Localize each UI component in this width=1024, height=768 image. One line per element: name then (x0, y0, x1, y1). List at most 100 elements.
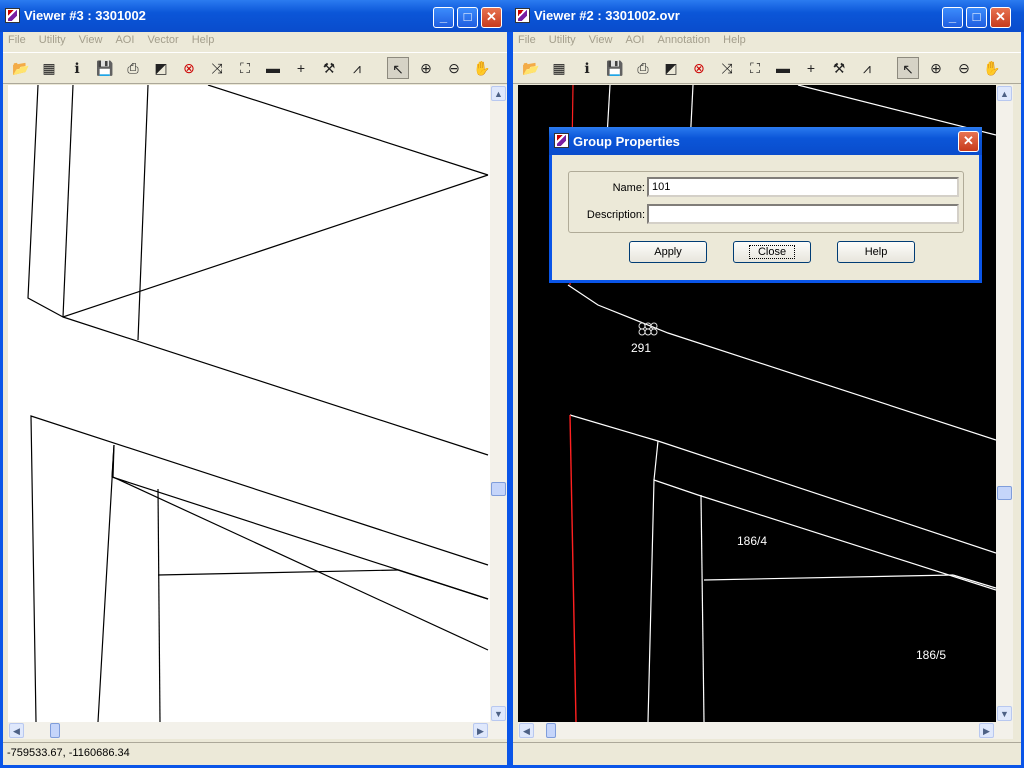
zoom-out-icon[interactable]: ⊖ (443, 57, 465, 79)
parcel-label: 186/4 (737, 534, 768, 548)
pan-hand-icon[interactable]: ✋ (471, 57, 493, 79)
menu-help[interactable]: Help (187, 32, 220, 48)
save-icon[interactable]: 💾 (604, 57, 626, 79)
help-button[interactable]: Help (837, 241, 915, 263)
viewer3-titlebar[interactable]: Viewer #3 : 3301002 _ □ ✕ (0, 0, 510, 32)
select-arrow-icon[interactable]: ↖ (897, 57, 919, 79)
menu-help[interactable]: Help (718, 32, 751, 48)
scroll-down-icon[interactable]: ▼ (491, 706, 506, 721)
maximize-button[interactable]: □ (966, 7, 987, 28)
parcel-label: 186/5 (916, 648, 947, 662)
info-icon[interactable]: ℹ (66, 57, 88, 79)
new-icon[interactable]: ▦ (38, 57, 60, 79)
zoom-in-icon[interactable]: ⊕ (925, 57, 947, 79)
open-icon[interactable]: 📂 (520, 57, 542, 79)
crosshair-icon[interactable]: + (290, 57, 312, 79)
zoom-full-icon[interactable]: ⛶ (744, 57, 766, 79)
viewer2-statusbar (513, 742, 1021, 765)
close-button[interactable]: ✕ (990, 7, 1011, 28)
app-icon (554, 133, 569, 148)
menu-file[interactable]: File (3, 32, 31, 48)
dialog-title: Group Properties (573, 134, 680, 149)
viewer3-hscroll[interactable]: ◀ ▶ (8, 722, 507, 739)
scroll-left-icon[interactable]: ◀ (519, 723, 534, 738)
scroll-left-icon[interactable]: ◀ (9, 723, 24, 738)
menu-view[interactable]: View (584, 32, 618, 48)
scroll-thumb[interactable] (997, 486, 1012, 500)
menu-annotation[interactable]: Annotation (652, 32, 715, 48)
minimize-button[interactable]: _ (433, 7, 454, 28)
viewer2-titlebar[interactable]: Viewer #2 : 3301002.ovr _ □ ✕ (510, 0, 1024, 32)
description-field[interactable] (647, 204, 959, 224)
hammer-icon[interactable]: ⚒ (828, 57, 850, 79)
name-label: Name: (612, 182, 645, 194)
viewer3-vector-lines (27, 85, 489, 722)
scroll-right-icon[interactable]: ▶ (473, 723, 488, 738)
save-icon[interactable]: 💾 (94, 57, 116, 79)
scroll-right-icon[interactable]: ▶ (979, 723, 994, 738)
scroll-up-icon[interactable]: ▲ (997, 86, 1012, 101)
viewer2-menubar: File Utility View AOI Annotation Help (513, 32, 1021, 50)
select-arrow-icon[interactable]: ↖ (387, 57, 409, 79)
print-icon[interactable]: ⎙ (122, 57, 144, 79)
properties-group: Name: Description: (568, 171, 964, 233)
close-button[interactable]: Close (733, 241, 811, 263)
scroll-down-icon[interactable]: ▼ (997, 706, 1012, 721)
menu-view[interactable]: View (74, 32, 108, 48)
zoom-fit-icon[interactable]: ⤨ (206, 57, 228, 79)
target-icon[interactable]: ⊗ (178, 57, 200, 79)
menu-file[interactable]: File (513, 32, 541, 48)
app-icon (515, 8, 530, 23)
menu-utility[interactable]: Utility (34, 32, 71, 48)
profile-icon[interactable]: ⩘ (346, 57, 368, 79)
zoom-full-icon[interactable]: ⛶ (234, 57, 256, 79)
close-label: Close (748, 245, 796, 259)
eraser-icon[interactable]: ◩ (660, 57, 682, 79)
open-icon[interactable]: 📂 (10, 57, 32, 79)
viewer2-vscroll[interactable]: ▲ ▼ (996, 85, 1013, 722)
menu-vector[interactable]: Vector (142, 32, 183, 48)
zoom-in-icon[interactable]: ⊕ (415, 57, 437, 79)
dialog-titlebar[interactable]: Group Properties ✕ (549, 127, 982, 155)
minimize-button[interactable]: _ (942, 7, 963, 28)
new-icon[interactable]: ▦ (548, 57, 570, 79)
description-label: Description: (586, 209, 645, 221)
group-properties-dialog: Group Properties ✕ Name: Description: Ap… (549, 127, 982, 283)
name-field[interactable] (647, 177, 959, 197)
crosshair-icon[interactable]: + (800, 57, 822, 79)
scroll-up-icon[interactable]: ▲ (491, 86, 506, 101)
viewer3-statusbar: -759533.67, -1160686.34 (3, 742, 507, 765)
viewer3-window: Viewer #3 : 3301002 _ □ ✕ File Utility V… (0, 0, 510, 768)
viewer3-title: Viewer #3 : 3301002 (24, 8, 146, 23)
menu-aoi[interactable]: AOI (620, 32, 649, 48)
close-button[interactable]: ✕ (481, 7, 502, 28)
scroll-thumb[interactable] (491, 482, 506, 496)
viewer3-vscroll[interactable]: ▲ ▼ (490, 85, 507, 722)
eraser-icon[interactable]: ◩ (150, 57, 172, 79)
menu-utility[interactable]: Utility (544, 32, 581, 48)
viewer2-title: Viewer #2 : 3301002.ovr (534, 8, 680, 23)
profile-icon[interactable]: ⩘ (856, 57, 878, 79)
info-icon[interactable]: ℹ (576, 57, 598, 79)
scroll-thumb[interactable] (50, 723, 60, 738)
coordinate-readout: -759533.67, -1160686.34 (7, 747, 130, 759)
print-icon[interactable]: ⎙ (632, 57, 654, 79)
scroll-thumb[interactable] (546, 723, 556, 738)
viewer3-menubar: File Utility View AOI Vector Help (3, 32, 507, 50)
zoom-out-icon[interactable]: ⊖ (953, 57, 975, 79)
apply-label: Apply (654, 246, 682, 258)
pan-hand-icon[interactable]: ✋ (981, 57, 1003, 79)
menu-aoi[interactable]: AOI (110, 32, 139, 48)
zoom-fit-icon[interactable]: ⤨ (716, 57, 738, 79)
hammer-icon[interactable]: ⚒ (318, 57, 340, 79)
app-icon (5, 8, 20, 23)
viewer3-canvas[interactable] (8, 85, 490, 722)
maximize-button[interactable]: □ (457, 7, 478, 28)
measure-icon[interactable]: ▬ (772, 57, 794, 79)
viewer2-hscroll[interactable]: ◀ ▶ (518, 722, 1013, 739)
measure-icon[interactable]: ▬ (262, 57, 284, 79)
target-icon[interactable]: ⊗ (688, 57, 710, 79)
dialog-close-button[interactable]: ✕ (958, 131, 979, 152)
parcel-label: 291 (631, 341, 652, 355)
apply-button[interactable]: Apply (629, 241, 707, 263)
